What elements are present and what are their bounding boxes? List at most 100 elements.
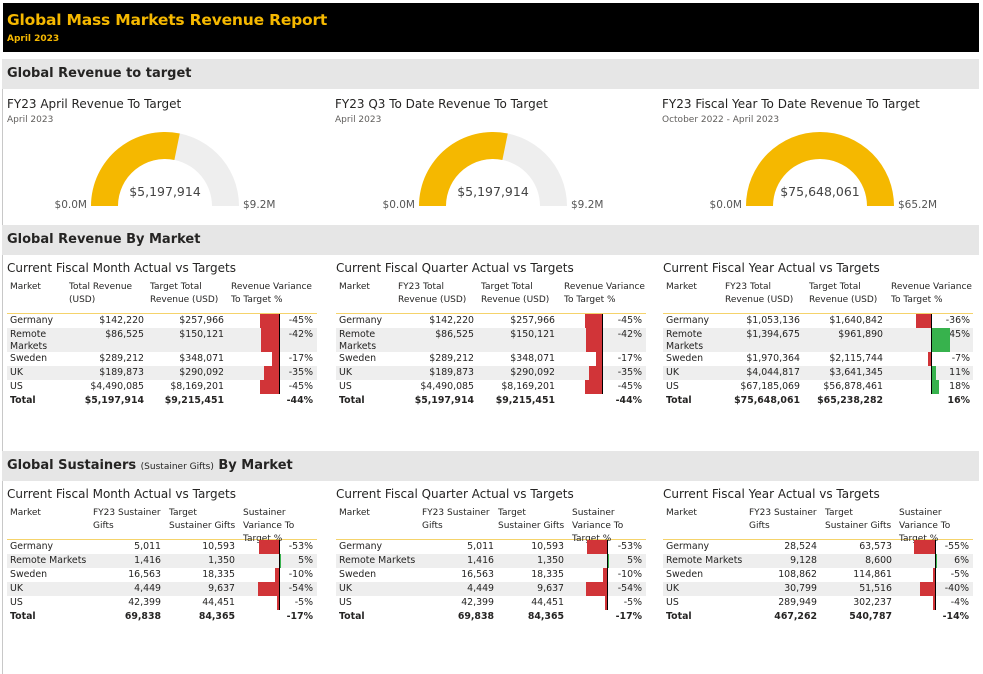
cell-actual: $142,220 (429, 315, 474, 326)
table-title: Current Fiscal Year Actual vs Targets (663, 487, 880, 501)
variance-axis (279, 568, 280, 582)
gauge-min-label: $0.0M (710, 199, 742, 211)
column-header[interactable]: Market (339, 507, 379, 520)
variance-axis (279, 540, 280, 554)
column-header[interactable]: FY23 Sustainer Gifts (422, 507, 496, 533)
table-row[interactable]: Germany 5,011 10,593 -53% (336, 540, 646, 554)
table-row[interactable]: UK 4,449 9,637 -54% (336, 582, 646, 596)
column-header[interactable]: Market (666, 507, 706, 520)
column-header[interactable]: Market (339, 281, 379, 294)
table-row[interactable]: Germany $142,220 $257,966 -45% (336, 314, 646, 328)
table-row[interactable]: Sweden 108,862 114,861 -5% (663, 568, 973, 582)
column-header[interactable]: Target Sustainer Gifts (498, 507, 570, 533)
table-title: Current Fiscal Quarter Actual vs Targets (336, 487, 574, 501)
gauge-chart: $5,197,914 $0.0M $9.2M (383, 132, 603, 211)
variance-axis (602, 352, 603, 366)
table-row[interactable]: US $4,490,085 $8,169,201 -45% (336, 380, 646, 394)
variance-bar-negative (260, 314, 279, 328)
report-title: Global Mass Markets Revenue Report (7, 11, 328, 29)
column-header[interactable]: Target Total Revenue (USD) (150, 281, 225, 307)
column-header[interactable]: FY23 Total Revenue (USD) (725, 281, 800, 307)
gauge-card[interactable]: FY23 Fiscal Year To Date Revenue To Targ… (662, 97, 972, 217)
total-row[interactable]: Total $5,197,914 $9,215,451 -44% (336, 394, 646, 408)
column-header[interactable]: FY23 Total Revenue (USD) (398, 281, 473, 307)
table-row[interactable]: US 42,399 44,451 -5% (7, 596, 317, 610)
table-row[interactable]: UK $189,873 $290,092 -35% (336, 366, 646, 380)
cell-target: 44,451 (202, 597, 235, 608)
column-header[interactable]: Target Total Revenue (USD) (809, 281, 884, 307)
table-row[interactable]: UK $4,044,817 $3,641,345 11% (663, 366, 973, 380)
cell-target: 302,237 (853, 597, 892, 608)
cell-actual: $189,873 (99, 367, 144, 378)
cell-variance-pct: -10% (617, 569, 642, 580)
total-row[interactable]: Total 69,838 84,365 -17% (336, 610, 646, 624)
table-header: Market Total Revenue (USD) Target Total Re… (7, 279, 317, 313)
cell-target: 84,365 (527, 611, 564, 622)
total-row[interactable]: Total $75,648,061 $65,238,282 16% (663, 394, 973, 408)
column-header[interactable]: Target Sustainer Gifts (825, 507, 897, 533)
table-row[interactable]: Remote Markets $1,394,675 $961,890 45% (663, 328, 973, 352)
gauge-card[interactable]: FY23 Q3 To Date Revenue To Target April 2… (335, 97, 645, 217)
table-row[interactable]: Germany 5,011 10,593 -53% (7, 540, 317, 554)
cell-target: 9,637 (537, 583, 564, 594)
section-title: Global Revenue By Market (7, 232, 201, 247)
table-row[interactable]: Sweden $289,212 $348,071 -17% (7, 352, 317, 366)
cell-target: 10,593 (531, 541, 564, 552)
cell-actual: $4,490,085 (90, 381, 144, 392)
table-title: Current Fiscal Quarter Actual vs Targets (336, 261, 574, 275)
total-row[interactable]: Total $5,197,914 $9,215,451 -44% (7, 394, 317, 408)
variance-axis (279, 380, 280, 394)
column-header[interactable]: Revenue Variance To Target % (231, 281, 317, 307)
table-row[interactable]: US 42,399 44,451 -5% (336, 596, 646, 610)
sustainer-table: Current Fiscal Month Actual vs Targets Ma… (7, 487, 317, 624)
table-row[interactable]: UK 30,799 51,516 -40% (663, 582, 973, 596)
table-row[interactable]: Remote Markets 9,128 8,600 6% (663, 554, 973, 568)
table-header: Market FY23 Total Revenue (USD) Target Tot… (336, 279, 646, 313)
column-header[interactable]: Market (10, 281, 50, 294)
column-header[interactable]: Market (10, 507, 50, 520)
column-header[interactable]: FY23 Sustainer Gifts (749, 507, 823, 533)
table-row[interactable]: UK $189,873 $290,092 -35% (7, 366, 317, 380)
column-header[interactable]: Revenue Variance To Target % (564, 281, 650, 307)
table-row[interactable]: Remote Markets 1,416 1,350 5% (336, 554, 646, 568)
column-header[interactable]: Market (666, 281, 706, 294)
cell-target: $257,966 (510, 315, 555, 326)
revenue-table: Current Fiscal Quarter Actual vs Targets… (336, 261, 646, 408)
cell-target: $9,215,451 (495, 395, 555, 406)
gauge-min-label: $0.0M (383, 199, 415, 211)
cell-target: 1,350 (537, 555, 564, 566)
table-row[interactable]: Sweden 16,563 18,335 -10% (7, 568, 317, 582)
table-row[interactable]: Remote Markets $86,525 $150,121 -42% (7, 328, 317, 352)
cell-variance-pct: -36% (945, 315, 970, 326)
table-row[interactable]: US $4,490,085 $8,169,201 -45% (7, 380, 317, 394)
table-row[interactable]: Sweden $1,970,364 $2,115,744 -7% (663, 352, 973, 366)
variance-bar-negative (258, 540, 279, 554)
table-row[interactable]: Germany 28,524 63,573 -55% (663, 540, 973, 554)
section-sustainers-by-market: Global Sustainers (Sustainer Gifts) By M… (2, 451, 979, 481)
column-header[interactable]: Target Total Revenue (USD) (481, 281, 556, 307)
table-row[interactable]: UK 4,449 9,637 -54% (7, 582, 317, 596)
cell-target: $961,890 (838, 329, 883, 340)
table-row[interactable]: Remote Markets 1,416 1,350 5% (7, 554, 317, 568)
table-row[interactable]: Germany $1,053,136 $1,640,842 -36% (663, 314, 973, 328)
cell-variance-pct: -45% (617, 381, 642, 392)
variance-axis (931, 380, 932, 394)
column-header[interactable]: Target Sustainer Gifts (169, 507, 241, 533)
total-row[interactable]: Total 69,838 84,365 -17% (7, 610, 317, 624)
table-row[interactable]: Remote Markets $86,525 $150,121 -42% (336, 328, 646, 352)
table-row[interactable]: US $67,185,069 $56,878,461 18% (663, 380, 973, 394)
variance-axis (602, 314, 603, 328)
column-header[interactable]: Revenue Variance To Target % (891, 281, 977, 307)
cell-target: 114,861 (853, 569, 892, 580)
table-row[interactable]: Sweden $289,212 $348,071 -17% (336, 352, 646, 366)
table-row[interactable]: US 289,949 302,237 -4% (663, 596, 973, 610)
gauge-card[interactable]: FY23 April Revenue To Target April 2023 $5… (7, 97, 317, 217)
table-row[interactable]: Sweden 16,563 18,335 -10% (336, 568, 646, 582)
cell-variance-pct: -5% (623, 597, 642, 608)
table-row[interactable]: Germany $142,220 $257,966 -45% (7, 314, 317, 328)
column-header[interactable]: Total Revenue (USD) (69, 281, 139, 307)
revenue-table: Current Fiscal Month Actual vs Targets Ma… (7, 261, 317, 408)
total-row[interactable]: Total 467,262 540,787 -14% (663, 610, 973, 624)
column-header[interactable]: FY23 Sustainer Gifts (93, 507, 167, 533)
cell-target: 8,600 (865, 555, 892, 566)
